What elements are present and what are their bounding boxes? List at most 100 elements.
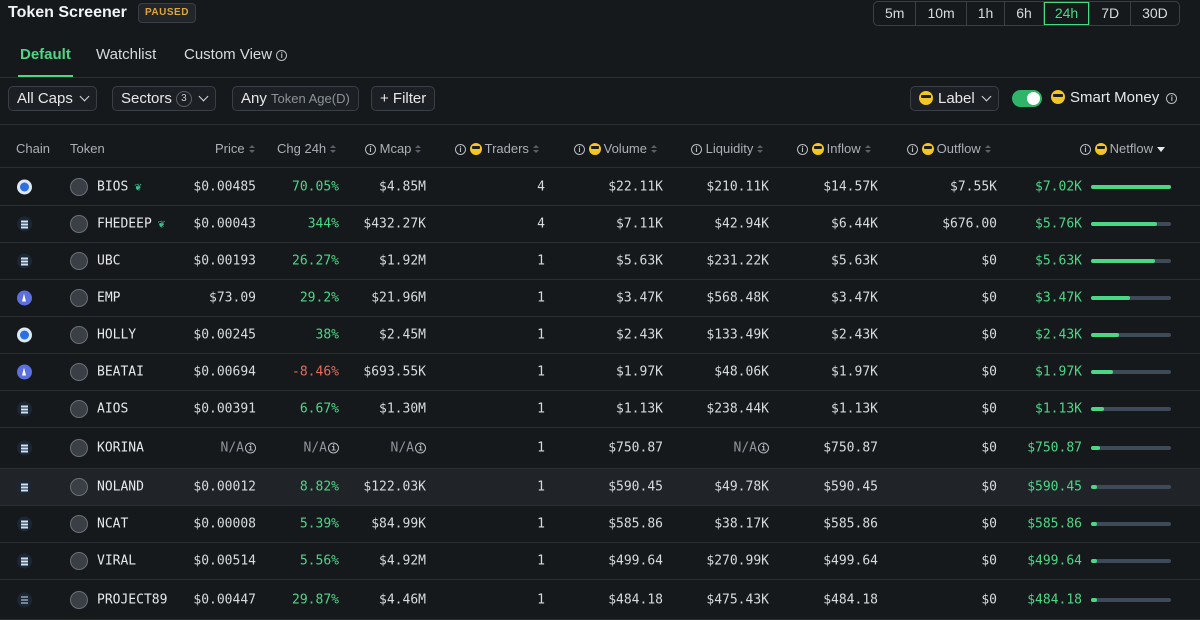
token-age-input[interactable]: Any Token Age(D) (232, 86, 359, 111)
netflow-bar (1091, 597, 1171, 602)
token-name[interactable]: FHEDEEP ❦ (97, 217, 168, 232)
cell-liquidity: $238.44K (706, 401, 769, 417)
info-icon[interactable]: i (276, 50, 288, 61)
column-header-mcap[interactable]: i Mcap (365, 141, 422, 156)
info-icon[interactable]: i (1166, 93, 1178, 104)
table-row[interactable]: FHEDEEP ❦ $0.00043 344% $432.27K 4 $7.11K $42.9… (0, 206, 1200, 243)
column-header-netflow-label: Netflow (1109, 141, 1153, 156)
cell-inflow: $1.97K (831, 364, 878, 380)
info-icon[interactable]: i (328, 442, 339, 454)
token-logo-icon (70, 177, 88, 196)
column-header-volume[interactable]: i Volume (574, 141, 657, 156)
info-icon[interactable]: i (365, 144, 376, 155)
table-row[interactable]: NCAT $0.00008 5.39% $84.99K 1 $585.86 $38.17K $… (0, 506, 1200, 543)
token-name[interactable]: NCAT (97, 517, 128, 532)
info-icon[interactable]: i (574, 144, 585, 155)
token-name-label: BIOS (97, 179, 129, 194)
chain-sol-icon (17, 516, 32, 532)
token-name[interactable]: PROJECT89 (97, 592, 167, 607)
table-row[interactable]: HOLLY $0.00245 38% $2.45M 1 $2.43K $133.49K $2.… (0, 317, 1200, 354)
table-row[interactable]: NOLAND $0.00012 8.82% $122.03K 1 $590.45 $49.7… (0, 469, 1200, 506)
column-header-price[interactable]: Price (215, 141, 255, 156)
tab-custom-view[interactable]: Custom View i (184, 46, 288, 63)
sunglasses-icon (921, 143, 934, 155)
timeframe-6h[interactable]: 6h (1005, 2, 1044, 25)
cell-chg: 8.82% (299, 479, 339, 495)
token-name-label: FHEDEEP (97, 216, 152, 232)
token-name-label: VIRAL (97, 553, 137, 569)
sort-icon (984, 145, 991, 153)
cell-outflow: $0 (981, 553, 997, 569)
smart-money-toggle[interactable] (1012, 90, 1042, 107)
token-name[interactable]: HOLLY (97, 328, 136, 343)
token-logo-icon (70, 478, 88, 496)
sunglasses-icon (811, 143, 824, 155)
token-name[interactable]: NOLAND (97, 480, 144, 495)
cell-price: $0.00391 (193, 401, 256, 417)
column-header-inflow[interactable]: i Inflow (797, 141, 871, 156)
column-header-chg-24h[interactable]: Chg 24h (277, 141, 337, 156)
cell-netflow: $590.45 (1027, 479, 1082, 495)
cell-liquidity-value: N/A (733, 440, 757, 456)
tab-watchlist[interactable]: Watchlist (96, 46, 156, 63)
sectors-count-badge: 3 (175, 91, 192, 107)
info-icon[interactable]: i (455, 144, 466, 155)
sort-icon (532, 145, 539, 153)
column-header-outflow[interactable]: i Outflow (907, 141, 991, 156)
table-row[interactable]: UBC $0.00193 26.27% $1.92M 1 $5.63K $231.22K $5… (0, 243, 1200, 280)
column-header-chg-label: Chg 24h (277, 141, 327, 156)
column-header-liquidity[interactable]: i Liquidity (691, 141, 764, 156)
token-logo-icon (70, 515, 88, 533)
cell-inflow: $750.87 (823, 440, 878, 456)
table-row[interactable]: BIOS ❦ $0.00485 70.05% $4.85M 4 $22.11K $210.11… (0, 168, 1200, 206)
info-icon[interactable]: i (797, 144, 808, 155)
info-icon[interactable]: i (691, 144, 702, 155)
table-row[interactable]: BEATAI $0.00694 -8.46% $693.55K 1 $1.97K $48.0… (0, 354, 1200, 391)
info-icon[interactable]: i (758, 442, 769, 454)
netflow-bar-fill (1091, 222, 1157, 226)
cell-mcap: $4.85M (379, 179, 426, 194)
token-name[interactable]: EMP (97, 291, 120, 306)
table-row[interactable]: PROJECT89 $0.00447 29.87% $4.46M 1 $484.18 $47… (0, 580, 1200, 620)
token-name[interactable]: VIRAL (97, 554, 136, 569)
token-name[interactable]: KORINA (97, 441, 144, 456)
cell-mcap: $4.46M (379, 592, 426, 607)
timeframe-24h[interactable]: 24h (1044, 2, 1091, 25)
timeframe-7d[interactable]: 7D (1090, 2, 1132, 25)
info-icon[interactable]: i (245, 442, 256, 454)
token-name[interactable]: BIOS ❦ (97, 179, 144, 194)
tab-default[interactable]: Default (20, 46, 71, 63)
netflow-bar (1091, 485, 1171, 489)
column-header-token: Token (70, 141, 105, 156)
table-row[interactable]: KORINA N/A i N/A i N/A i 1 $750.87 N/A i $750.87 $0 $… (0, 428, 1200, 469)
header: Token Screener PAUSED 5m 10m 1h 6h 24h 7D 30D (0, 0, 1200, 30)
timeframe-10m[interactable]: 10m (916, 2, 967, 25)
column-header-traders[interactable]: i Traders (455, 141, 539, 156)
cell-volume: $1.97K (616, 364, 663, 380)
token-name[interactable]: AIOS (97, 402, 128, 417)
cell-volume: $7.11K (616, 216, 663, 232)
table-row[interactable]: EMP $73.09 29.2% $21.96M 1 $3.47K $568.48K $3.4… (0, 280, 1200, 317)
timeframe-30d[interactable]: 30D (1131, 2, 1179, 25)
info-icon[interactable]: i (415, 442, 426, 454)
netflow-bar-fill (1091, 370, 1113, 374)
timeframe-5m[interactable]: 5m (874, 2, 917, 25)
label-dropdown[interactable]: Label (910, 86, 999, 111)
token-name[interactable]: BEATAI (97, 365, 144, 380)
sectors-dropdown[interactable]: Sectors 3 (112, 86, 216, 111)
token-name[interactable]: UBC (97, 254, 120, 269)
table-row[interactable]: AIOS $0.00391 6.67% $1.30M 1 $1.13K $238.44K $1… (0, 391, 1200, 428)
cell-volume: $750.87 (608, 440, 663, 456)
cell-outflow: $0 (981, 401, 997, 417)
info-icon[interactable]: i (907, 144, 918, 155)
info-icon[interactable]: i (1080, 144, 1091, 155)
cell-mcap: N/A i (391, 441, 426, 456)
caps-dropdown[interactable]: All Caps (8, 86, 97, 111)
table-row[interactable]: VIRAL $0.00514 5.56% $4.92M 1 $499.64 $270.99K… (0, 543, 1200, 580)
cell-traders: 4 (537, 179, 545, 194)
timeframe-1h[interactable]: 1h (967, 2, 1006, 25)
cell-liquidity: $48.06K (714, 364, 769, 380)
cell-netflow: $5.76K (1035, 216, 1082, 232)
column-header-netflow[interactable]: i Netflow (1080, 141, 1165, 156)
add-filter-button[interactable]: + Filter (371, 86, 436, 111)
